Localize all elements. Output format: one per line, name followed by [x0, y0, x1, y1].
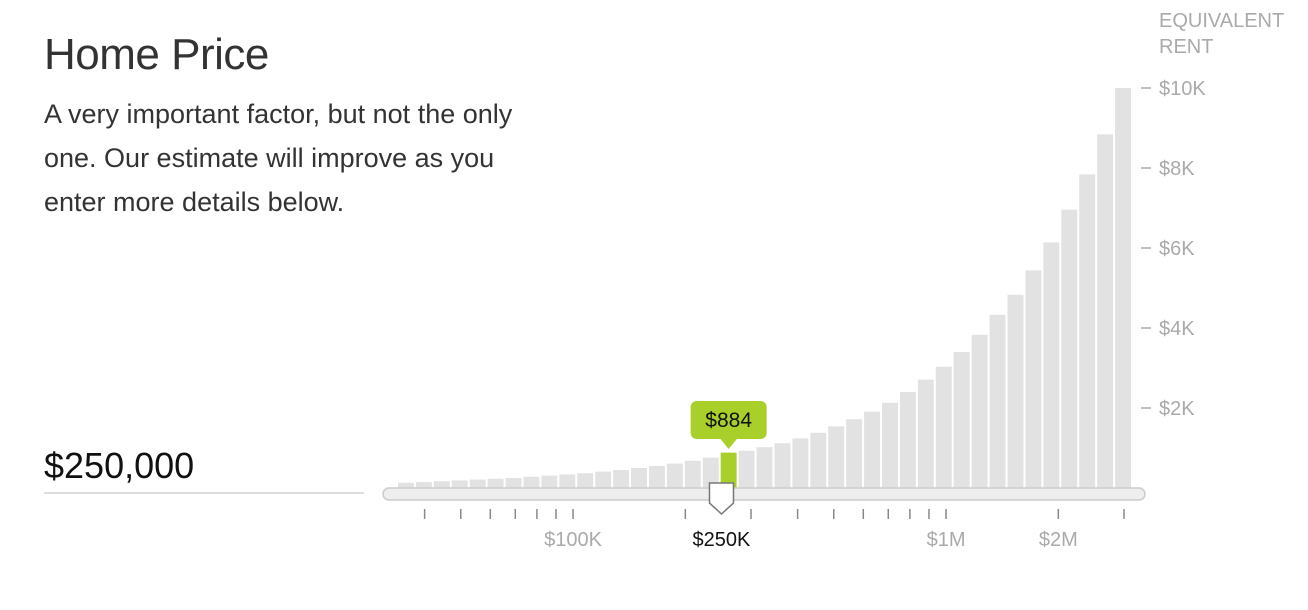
bar: [1007, 294, 1024, 488]
bar: [398, 482, 414, 488]
y-tick-label: $10K: [1159, 78, 1206, 100]
bar: [451, 480, 468, 488]
bar: [523, 476, 540, 488]
bar: [989, 314, 1006, 488]
y-tick-label: $6K: [1159, 238, 1195, 260]
bar: [1115, 88, 1131, 488]
x-tick-label: $2M: [1039, 529, 1078, 551]
bar: [1097, 134, 1114, 488]
bar: [469, 479, 486, 488]
x-axis: $100K $250K $1M $2M: [423, 509, 1125, 551]
tooltip-value: $884: [705, 409, 752, 432]
tooltip-pointer: [719, 438, 738, 449]
y-tick-label: $8K: [1159, 158, 1195, 180]
rent-tooltip: $884: [690, 401, 767, 449]
bar: [882, 402, 898, 488]
bar: [846, 419, 863, 488]
y-tick-label: $2K: [1159, 398, 1195, 420]
bar: [666, 463, 683, 488]
bar: [756, 447, 773, 488]
bar: [864, 411, 881, 488]
bar: [899, 392, 916, 488]
rent-chart: EQUIVALENT RENT $2K $4K $6K $8K $10K $100K $250…: [382, 10, 1284, 551]
y-axis-title-line-2: RENT: [1159, 36, 1213, 58]
bar: [487, 478, 504, 488]
x-tick-label: $100K: [544, 529, 602, 551]
bar: [1025, 270, 1042, 488]
bar: [828, 426, 845, 488]
bar: [917, 379, 934, 488]
bar: [684, 460, 701, 488]
bar: [559, 474, 576, 488]
y-tick-label: $4K: [1159, 318, 1195, 340]
x-tick-label-selected: $250K: [693, 529, 751, 551]
bar: [613, 470, 630, 488]
bar: [935, 366, 952, 488]
y-axis-title-line-1: EQUIVALENT: [1159, 10, 1284, 32]
bar: [953, 352, 970, 488]
bar: [541, 475, 558, 488]
bar: [738, 450, 755, 488]
x-tick-label: $1M: [927, 529, 966, 551]
bar: [810, 432, 827, 488]
bar: [1079, 174, 1096, 488]
bar: [577, 473, 594, 488]
bar: [971, 334, 988, 488]
bar: [433, 481, 450, 488]
bar: [595, 471, 612, 488]
bar: [792, 438, 809, 488]
bar: [774, 443, 791, 488]
bar: [631, 468, 647, 488]
slider-track[interactable]: [382, 487, 1146, 501]
bar: [648, 466, 665, 488]
y-axis: EQUIVALENT RENT $2K $4K $6K $8K $10K: [1141, 10, 1284, 420]
bar: [415, 482, 432, 488]
bar: [1061, 209, 1078, 488]
slider-handle[interactable]: [708, 482, 735, 516]
bar: [505, 478, 522, 488]
price-slider: [382, 482, 1146, 516]
bar: [1043, 242, 1060, 488]
